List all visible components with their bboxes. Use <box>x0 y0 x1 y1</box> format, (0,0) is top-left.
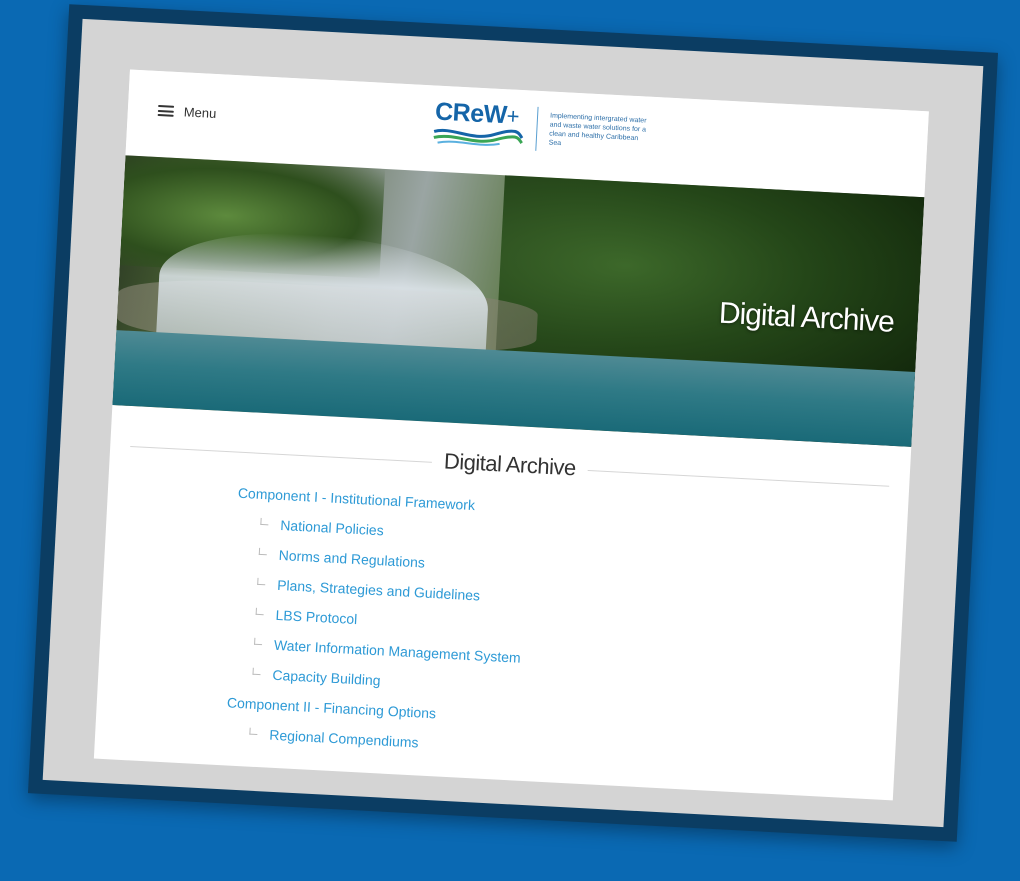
tree-link[interactable]: Component I - Institutional Framework <box>238 485 476 513</box>
photo-frame: Menu CReW+ Implementing intergrated wate… <box>27 4 999 842</box>
tree-branch-icon <box>255 607 264 615</box>
site-logo[interactable]: CReW+ Implementing intergrated water and… <box>431 97 650 160</box>
menu-button[interactable]: Menu <box>157 103 217 122</box>
logo-tagline: Implementing intergrated water and waste… <box>548 112 647 148</box>
hamburger-icon <box>157 104 175 117</box>
logo-plus: + <box>506 103 520 129</box>
tree-branch-icon <box>252 667 261 675</box>
tree-branch-icon <box>260 517 269 525</box>
website-page: Menu CReW+ Implementing intergrated wate… <box>93 69 929 801</box>
archive-section: Digital Archive Component I - Institutio… <box>95 405 911 782</box>
logo-text: CReW <box>434 97 508 130</box>
tree-branch-icon <box>254 637 263 645</box>
tree-link[interactable]: Regional Compendiums <box>269 720 420 758</box>
archive-tree: Component I - Institutional Framework Na… <box>95 471 908 782</box>
logo-divider <box>535 106 539 151</box>
tree-branch-icon <box>257 577 266 585</box>
tree-branch-icon <box>249 727 258 735</box>
hero-banner: Digital Archive <box>112 155 925 447</box>
tree-link[interactable]: LBS Protocol <box>275 600 358 634</box>
logo-mark: CReW+ <box>431 97 526 154</box>
frame-mat: Menu CReW+ Implementing intergrated wate… <box>42 18 984 828</box>
tree-branch-icon <box>258 547 268 555</box>
menu-label: Menu <box>183 104 217 122</box>
tree-link[interactable]: Component II - Financing Options <box>227 694 437 721</box>
wave-icon <box>433 128 524 146</box>
archive-heading: Digital Archive <box>431 447 589 482</box>
